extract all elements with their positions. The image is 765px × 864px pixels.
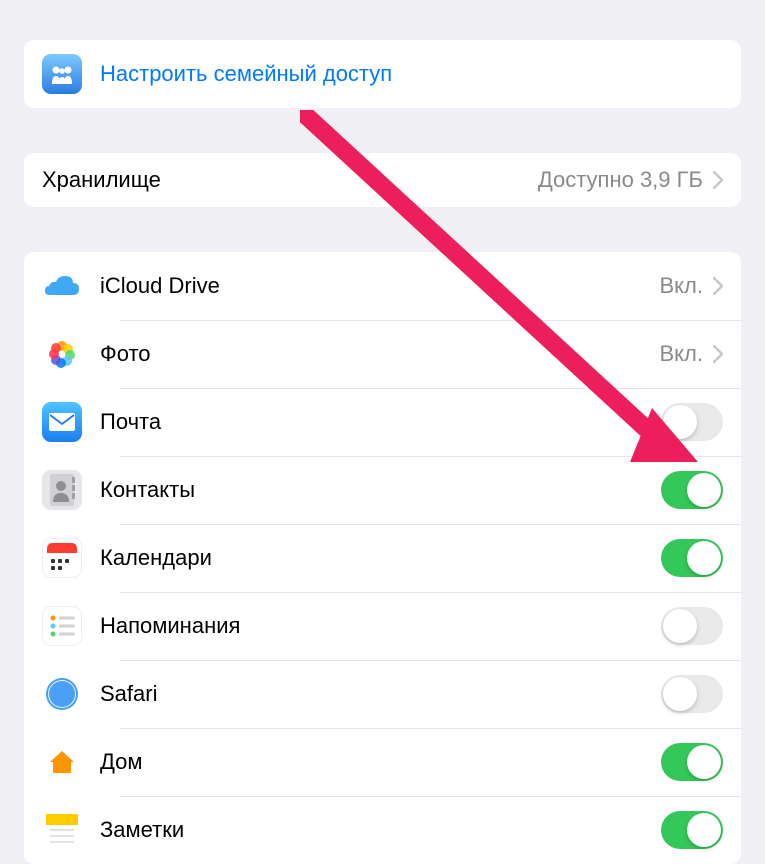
chevron-right-icon <box>713 171 723 189</box>
photos-label: Фото <box>100 341 660 367</box>
calendars-toggle[interactable] <box>661 539 723 577</box>
family-section: Настроить семейный доступ <box>24 40 741 108</box>
mail-icon <box>42 402 82 442</box>
family-sharing-row[interactable]: Настроить семейный доступ <box>24 40 741 108</box>
storage-section: Хранилище Доступно 3,9 ГБ <box>24 153 741 207</box>
mail-label: Почта <box>100 409 661 435</box>
family-icon <box>42 54 82 94</box>
mail-row: Почта <box>24 388 741 456</box>
safari-row: Safari <box>24 660 741 728</box>
home-icon <box>42 742 82 782</box>
calendar-icon <box>42 538 82 578</box>
home-label: Дом <box>100 749 661 775</box>
notes-label: Заметки <box>100 817 661 843</box>
icloud-drive-icon <box>42 266 82 306</box>
notes-row: Заметки <box>24 796 741 864</box>
icloud-drive-label: iCloud Drive <box>100 273 660 299</box>
contacts-icon <box>42 470 82 510</box>
calendars-label: Календари <box>100 545 661 571</box>
mail-toggle[interactable] <box>661 403 723 441</box>
photos-value: Вкл. <box>660 341 704 367</box>
reminders-row: Напоминания <box>24 592 741 660</box>
services-section: iCloud Drive Вкл. Фото Вкл. <box>24 252 741 864</box>
family-label: Настроить семейный доступ <box>100 61 723 87</box>
contacts-toggle[interactable] <box>661 471 723 509</box>
notes-icon <box>42 810 82 850</box>
notes-toggle[interactable] <box>661 811 723 849</box>
home-toggle[interactable] <box>661 743 723 781</box>
contacts-label: Контакты <box>100 477 661 503</box>
reminders-label: Напоминания <box>100 613 661 639</box>
home-row: Дом <box>24 728 741 796</box>
reminders-toggle[interactable] <box>661 607 723 645</box>
chevron-right-icon <box>713 345 723 363</box>
photos-icon <box>42 334 82 374</box>
storage-label: Хранилище <box>42 167 538 193</box>
contacts-row: Контакты <box>24 456 741 524</box>
icloud-drive-row[interactable]: iCloud Drive Вкл. <box>24 252 741 320</box>
storage-row[interactable]: Хранилище Доступно 3,9 ГБ <box>24 153 741 207</box>
storage-value: Доступно 3,9 ГБ <box>538 167 703 193</box>
calendars-row: Календари <box>24 524 741 592</box>
safari-label: Safari <box>100 681 661 707</box>
icloud-drive-value: Вкл. <box>660 273 704 299</box>
reminders-icon <box>42 606 82 646</box>
safari-icon <box>42 674 82 714</box>
chevron-right-icon <box>713 277 723 295</box>
safari-toggle[interactable] <box>661 675 723 713</box>
photos-row[interactable]: Фото Вкл. <box>24 320 741 388</box>
